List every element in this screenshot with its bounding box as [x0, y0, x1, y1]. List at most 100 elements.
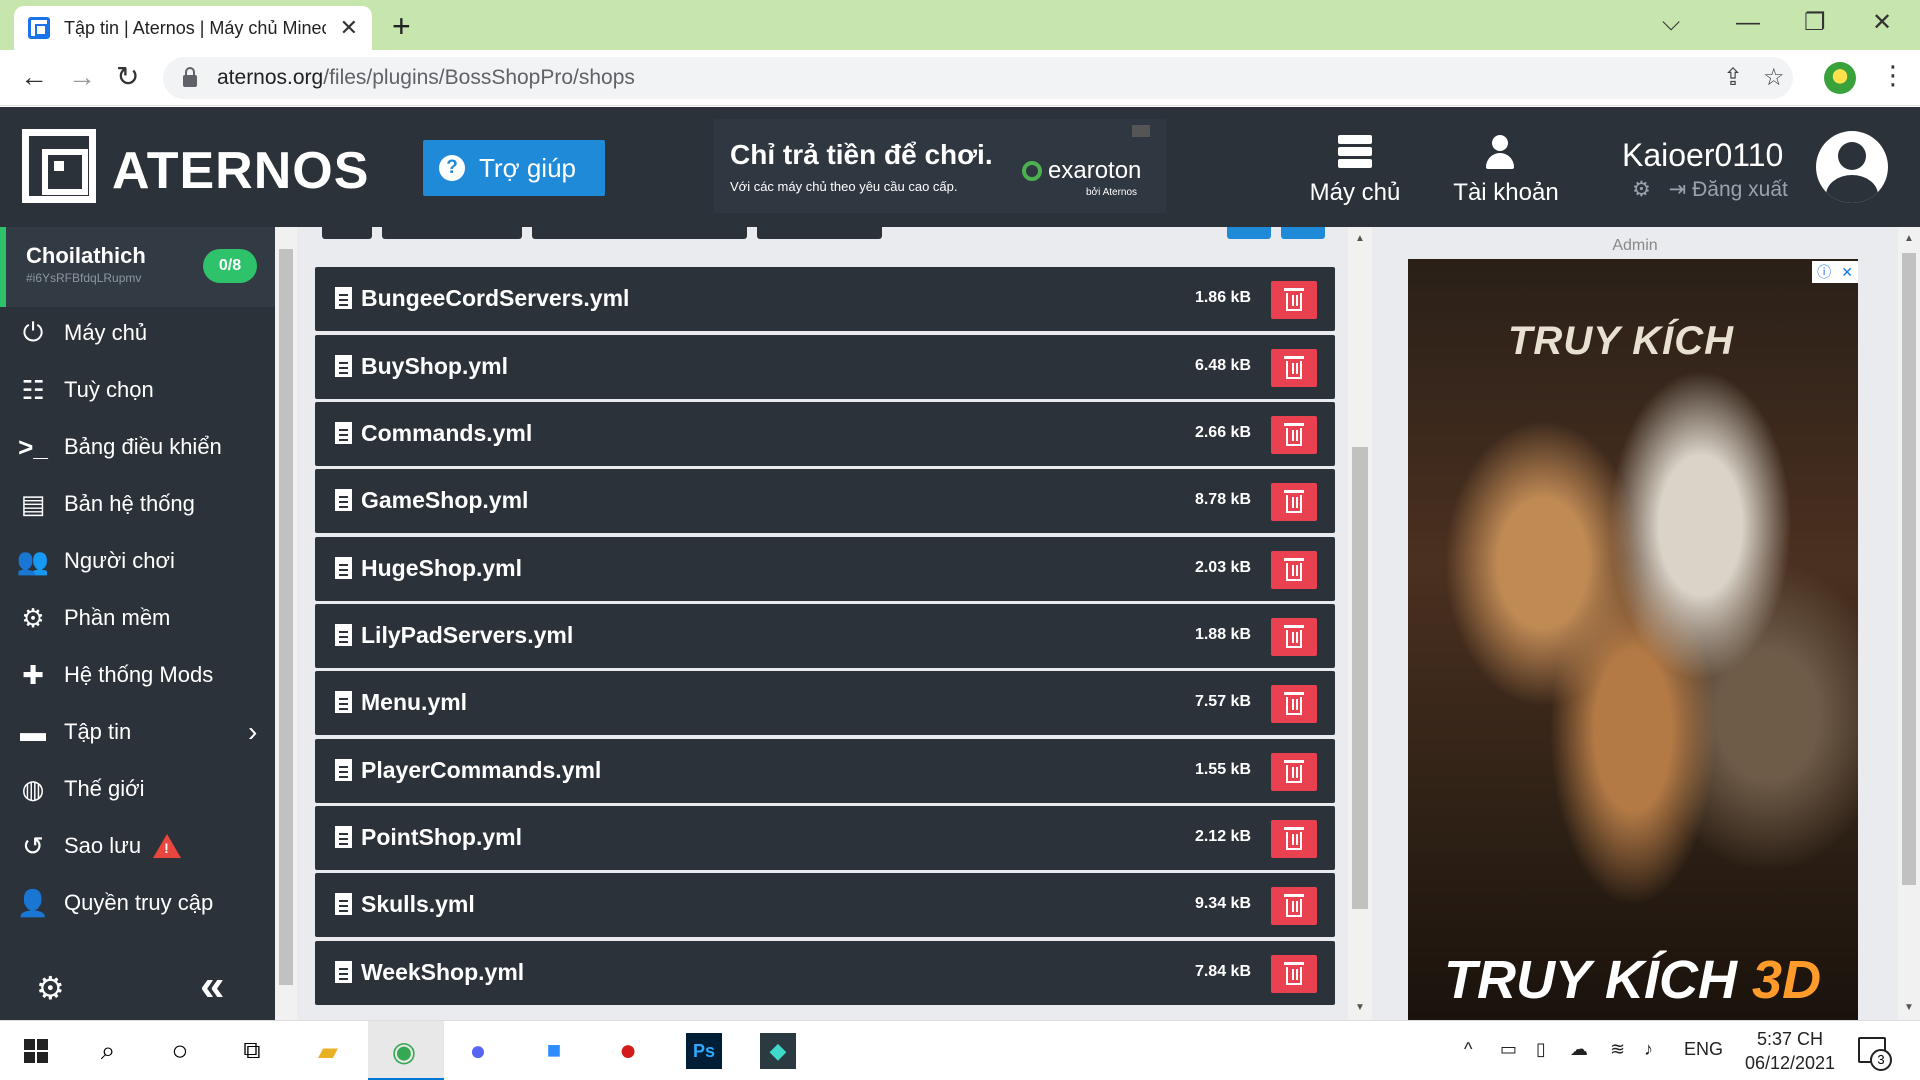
- page-scrollbar[interactable]: ▲ ▼: [1898, 227, 1920, 1020]
- sidebar-item-software[interactable]: ⚙ Phần mềm: [0, 594, 275, 642]
- username[interactable]: Kaioer0110: [1622, 137, 1783, 174]
- search-icon[interactable]: ⌕: [90, 1033, 126, 1069]
- file-name[interactable]: Skulls.yml: [361, 891, 475, 918]
- server-header[interactable]: Choilathich #i6YsRFBfdqLRupmv 0/8: [0, 227, 275, 307]
- cortana-icon[interactable]: ○: [162, 1033, 198, 1069]
- filmora-icon[interactable]: ◆: [760, 1033, 796, 1069]
- toolbar-button-partial[interactable]: [532, 227, 747, 239]
- file-row[interactable]: PointShop.yml 2.12 kB: [315, 806, 1335, 870]
- file-row[interactable]: GameShop.yml 8.78 kB: [315, 469, 1335, 533]
- nav-account-button[interactable]: Tài khoản: [1450, 135, 1562, 207]
- delete-button[interactable]: [1271, 887, 1317, 925]
- file-row[interactable]: PlayerCommands.yml 1.55 kB: [315, 739, 1335, 803]
- scroll-up-arrow-icon[interactable]: ▲: [1355, 233, 1365, 244]
- browser-tab[interactable]: Tập tin | Aternos | Máy chủ Minecraft ✕: [14, 6, 372, 50]
- file-row[interactable]: Menu.yml 7.57 kB: [315, 671, 1335, 735]
- ad-close-icon[interactable]: ✕: [1841, 264, 1853, 281]
- extension-avatar-icon[interactable]: [1824, 62, 1856, 94]
- file-row[interactable]: LilyPadServers.yml 1.88 kB: [315, 604, 1335, 668]
- sidebar-item-access[interactable]: 👤 Quyền truy cập: [0, 879, 275, 927]
- language-indicator[interactable]: ENG: [1684, 1039, 1723, 1060]
- toolbar-button-partial[interactable]: [382, 227, 522, 239]
- sidebar-item-options[interactable]: ☷ Tuỳ chọn: [0, 366, 275, 414]
- wifi-icon[interactable]: ≋: [1610, 1039, 1625, 1060]
- delete-button[interactable]: [1271, 551, 1317, 589]
- minimize-button[interactable]: —: [1736, 8, 1760, 38]
- reload-icon[interactable]: ↻: [116, 62, 139, 92]
- sidebar-item-files[interactable]: ▬ Tập tin ›: [0, 708, 275, 756]
- recorder-icon[interactable]: ●: [610, 1033, 646, 1069]
- aternos-logo-icon[interactable]: [22, 129, 96, 203]
- sidebar-item-mods[interactable]: ✚ Hệ thống Mods: [0, 651, 275, 699]
- tray-device-icon[interactable]: ▯: [1536, 1039, 1546, 1060]
- file-name[interactable]: Commands.yml: [361, 420, 532, 447]
- toolbar-button-partial[interactable]: [1281, 227, 1325, 239]
- zoom-icon[interactable]: ■: [536, 1033, 572, 1069]
- scroll-down-arrow-icon[interactable]: ▼: [1355, 1002, 1365, 1013]
- delete-button[interactable]: [1271, 618, 1317, 656]
- file-row[interactable]: WeekShop.yml 7.84 kB: [315, 941, 1335, 1005]
- sidebar-scrollbar[interactable]: [275, 227, 297, 1020]
- file-row[interactable]: BuyShop.yml 6.48 kB: [315, 335, 1335, 399]
- tab-close-icon[interactable]: ✕: [340, 15, 358, 41]
- delete-button[interactable]: [1271, 685, 1317, 723]
- toolbar-button-partial[interactable]: [322, 227, 372, 239]
- user-avatar[interactable]: [1816, 131, 1888, 203]
- file-row[interactable]: HugeShop.yml 2.03 kB: [315, 537, 1335, 601]
- file-name[interactable]: BungeeCordServers.yml: [361, 285, 629, 312]
- main-scrollbar[interactable]: ▲ ▼: [1348, 227, 1372, 1020]
- tab-search-chevron-icon[interactable]: ⌵: [1662, 8, 1680, 38]
- logout-link[interactable]: ⇥ Đăng xuất: [1669, 178, 1788, 201]
- sidebar-item-console[interactable]: >_ Bảng điều khiển: [0, 423, 275, 471]
- file-name[interactable]: Menu.yml: [361, 689, 467, 716]
- header-ad-banner[interactable]: Chỉ trả tiền để chơi. Với các máy chủ th…: [714, 119, 1166, 213]
- delete-button[interactable]: [1271, 349, 1317, 387]
- delete-button[interactable]: [1271, 483, 1317, 521]
- taskbar-clock[interactable]: 5:37 CH 06/12/2021: [1730, 1027, 1850, 1075]
- toolbar-button-partial[interactable]: [757, 227, 882, 239]
- file-row[interactable]: BungeeCordServers.yml 1.86 kB: [315, 267, 1335, 331]
- file-name[interactable]: WeekShop.yml: [361, 959, 524, 986]
- restore-button[interactable]: ❐: [1804, 8, 1826, 38]
- sidebar-settings-gear-icon[interactable]: ⚙: [36, 969, 65, 1007]
- tray-cloud-icon[interactable]: ☁: [1570, 1039, 1588, 1060]
- delete-button[interactable]: [1271, 753, 1317, 791]
- ad-choices[interactable]: ⓘ ✕: [1812, 261, 1858, 283]
- ad-info-icon[interactable]: ⓘ: [1817, 262, 1831, 282]
- main-scrollbar-thumb[interactable]: [1352, 447, 1368, 909]
- back-arrow-icon[interactable]: ←: [20, 62, 48, 92]
- volume-icon[interactable]: ♪: [1644, 1039, 1653, 1060]
- sidebar-item-log[interactable]: ▤ Bản hệ thống: [0, 480, 275, 528]
- page-scrollbar-thumb[interactable]: [1902, 253, 1916, 885]
- file-name[interactable]: BuyShop.yml: [361, 353, 508, 380]
- delete-button[interactable]: [1271, 820, 1317, 858]
- help-button[interactable]: ? Trợ giúp: [423, 140, 605, 196]
- sidebar-item-worlds[interactable]: ◍ Thế giới: [0, 765, 275, 813]
- collapse-sidebar-icon[interactable]: «: [200, 961, 225, 1011]
- forward-arrow-icon[interactable]: →: [68, 62, 96, 92]
- file-name[interactable]: PlayerCommands.yml: [361, 757, 601, 784]
- file-explorer-icon[interactable]: ▰: [310, 1033, 346, 1069]
- scroll-up-arrow-icon[interactable]: ▲: [1904, 233, 1914, 244]
- sidebar-item-server[interactable]: ⏻ Máy chủ: [0, 309, 275, 357]
- settings-gear-icon[interactable]: ⚙: [1632, 178, 1651, 201]
- tray-battery-icon[interactable]: ▭: [1500, 1039, 1517, 1060]
- file-row[interactable]: Commands.yml 2.66 kB: [315, 402, 1335, 466]
- url-text[interactable]: aternos.org/files/plugins/BossShopPro/sh…: [217, 66, 635, 90]
- file-row[interactable]: Skulls.yml 9.34 kB: [315, 873, 1335, 937]
- sidebar-scrollbar-thumb[interactable]: [279, 249, 293, 985]
- toolbar-button-partial[interactable]: [1227, 227, 1271, 239]
- bookmark-star-icon[interactable]: ☆: [1763, 63, 1785, 92]
- file-name[interactable]: PointShop.yml: [361, 824, 522, 851]
- tray-expand-icon[interactable]: ^: [1464, 1039, 1472, 1060]
- browser-menu-icon[interactable]: ⋮: [1880, 60, 1906, 91]
- delete-button[interactable]: [1271, 281, 1317, 319]
- delete-button[interactable]: [1271, 416, 1317, 454]
- nav-server-button[interactable]: Máy chủ: [1300, 135, 1410, 207]
- delete-button[interactable]: [1271, 955, 1317, 993]
- sidebar-item-players[interactable]: 👥 Người chơi: [0, 537, 275, 585]
- close-window-button[interactable]: ✕: [1872, 8, 1892, 38]
- site-logo-text[interactable]: ATERNOS: [112, 141, 369, 201]
- file-name[interactable]: HugeShop.yml: [361, 555, 522, 582]
- windows-start-button[interactable]: [18, 1033, 54, 1069]
